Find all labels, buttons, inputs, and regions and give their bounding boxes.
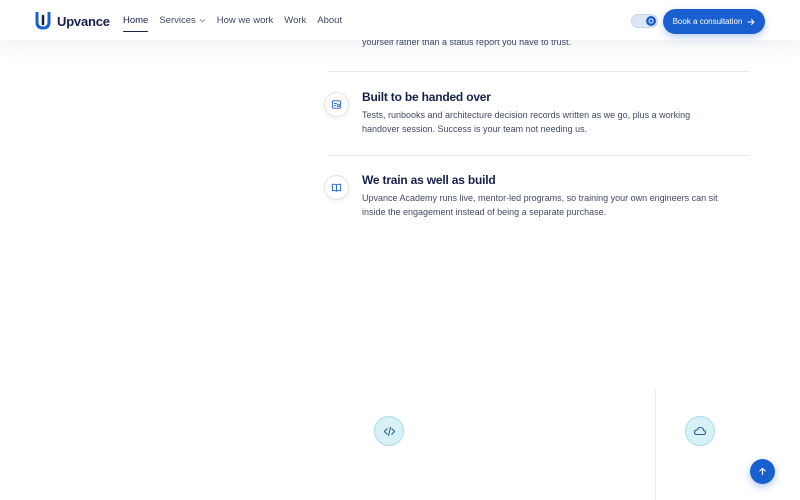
theme-toggle-knob <box>646 16 656 26</box>
feature-divider <box>328 155 750 156</box>
feature-divider <box>328 71 750 72</box>
nav-item-label: Work <box>284 14 307 26</box>
nav-item-label: About <box>317 14 343 26</box>
upvance-logo-icon <box>35 12 51 30</box>
arrow-up-icon <box>759 467 766 476</box>
nav-item-work[interactable]: Work <box>284 0 306 40</box>
feature-description: Upvance Academy runs live, mentor-led pr… <box>362 193 718 217</box>
brand-logo[interactable]: Upvance <box>35 12 110 30</box>
site-header: Upvance Home Services How we work Work A… <box>0 0 800 40</box>
arrow-right-icon <box>747 18 755 25</box>
nav-item-label: Services <box>159 14 196 26</box>
feature-title: We train as well as build <box>362 173 496 187</box>
code-icon <box>374 416 404 446</box>
column-divider <box>655 388 656 500</box>
cta-label: Book a consultation <box>672 17 743 26</box>
nav-item-label: How we work <box>216 14 274 26</box>
book-icon <box>324 175 349 200</box>
scroll-to-top-button[interactable] <box>750 459 775 484</box>
nav-item-how-we-work[interactable]: How we work <box>217 0 274 40</box>
feature-description: Tests, runbooks and architecture decisio… <box>362 110 691 134</box>
theme-toggle-icon <box>648 18 654 24</box>
cloud-icon <box>685 416 715 446</box>
main-nav: Home Services How we work Work About <box>123 0 353 40</box>
chevron-down-icon <box>199 18 205 23</box>
feature-title: Built to be handed over <box>362 90 491 104</box>
nav-item-about[interactable]: About <box>317 0 342 40</box>
book-consultation-button[interactable]: Book a consultation <box>663 9 765 34</box>
nav-item-label: Home <box>123 14 149 26</box>
brand-name: Upvance <box>57 13 110 29</box>
theme-toggle[interactable] <box>631 14 658 28</box>
handover-icon <box>324 92 349 117</box>
nav-item-services[interactable]: Services <box>159 0 205 40</box>
nav-item-home[interactable]: Home <box>123 0 149 40</box>
